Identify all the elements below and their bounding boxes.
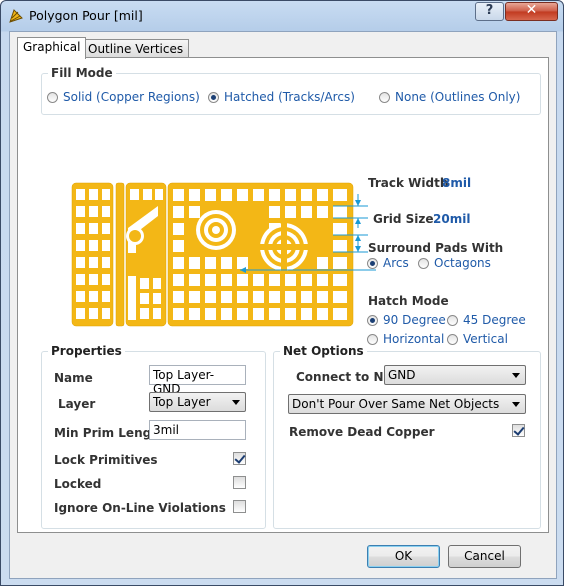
radio-label: Hatched (Tracks/Arcs)	[224, 90, 355, 104]
hatch-vertical-radio[interactable]: Vertical	[447, 332, 508, 346]
radio-icon	[379, 91, 390, 103]
hatch-mode-label: Hatch Mode	[368, 294, 449, 308]
pad	[129, 230, 141, 242]
radio-label: None (Outlines Only)	[395, 90, 521, 104]
radio-icon	[447, 314, 458, 326]
surround-octagons-radio[interactable]: Octagons	[418, 256, 491, 270]
net-options-title: Net Options	[280, 344, 367, 358]
name-field[interactable]: Top Layer-GND	[149, 365, 246, 396]
cancel-button[interactable]: Cancel	[448, 545, 521, 568]
chevron-down-icon	[512, 402, 520, 407]
pour-over-value: Don't Pour Over Same Net Objects	[292, 397, 500, 411]
properties-title: Properties	[48, 344, 125, 358]
radio-label: Arcs	[383, 256, 409, 270]
surround-arcs-radio[interactable]: Arcs	[367, 256, 409, 270]
radio-label: Vertical	[463, 332, 508, 346]
grid-size-value[interactable]: 20mil	[433, 212, 470, 226]
chevron-down-icon	[232, 400, 240, 405]
min-prim-length-field[interactable]: 3mil	[149, 420, 246, 440]
copper-region	[71, 182, 114, 327]
track-width-label: Track Width	[368, 176, 449, 190]
fill-none-radio[interactable]: None (Outlines Only)	[379, 90, 520, 104]
grid-size-label: Grid Size	[373, 212, 434, 226]
hatch-45-radio[interactable]: 45 Degree	[447, 313, 526, 327]
lock-primitives-label: Lock Primitives	[54, 453, 158, 467]
close-icon: ✕	[525, 2, 538, 18]
help-button[interactable]: ?	[475, 2, 504, 21]
radio-selected-icon	[367, 314, 378, 326]
dialog-client: Graphical Outline Vertices Fill Mode Sol…	[9, 31, 557, 579]
ignore-violations-label: Ignore On-Line Violations	[54, 501, 226, 515]
tab-outline-vertices[interactable]: Outline Vertices	[82, 39, 190, 57]
ignore-violations-checkbox[interactable]	[233, 500, 246, 513]
connect-to-net-label: Connect to Net	[296, 370, 398, 384]
copper-track	[115, 182, 125, 327]
radio-label: Octagons	[434, 256, 491, 270]
tab-graphical[interactable]: Graphical	[17, 37, 87, 59]
radio-label: 45 Degree	[463, 313, 526, 327]
lock-primitives-checkbox[interactable]	[233, 452, 246, 465]
hatch-horizontal-radio[interactable]: Horizontal	[367, 332, 444, 346]
radio-icon	[47, 91, 58, 103]
locked-checkbox[interactable]	[233, 476, 246, 489]
fill-mode-title: Fill Mode	[48, 66, 116, 80]
radio-label: 90 Degree	[383, 313, 446, 327]
window-title: Polygon Pour [mil]	[29, 8, 143, 23]
hatch-90-radio[interactable]: 90 Degree	[367, 313, 446, 327]
track-width-value[interactable]: 8mil	[442, 176, 471, 190]
name-label: Name	[54, 371, 93, 385]
radio-selected-icon	[208, 91, 219, 103]
remove-dead-copper-label: Remove Dead Copper	[289, 425, 435, 439]
tab-label: Graphical	[23, 40, 81, 54]
polygon-pour-icon	[8, 8, 24, 24]
ok-button[interactable]: OK	[367, 545, 440, 568]
connect-to-net-value: GND	[388, 368, 416, 382]
layer-label: Layer	[58, 397, 96, 411]
layer-select-value: Top Layer	[153, 395, 211, 409]
graphical-tab-page: Fill Mode Solid (Copper Regions) Hatched…	[17, 57, 549, 533]
title-bar[interactable]: Polygon Pour [mil] ? ✕	[1, 1, 563, 31]
radio-icon	[447, 333, 458, 345]
fill-hatched-radio[interactable]: Hatched (Tracks/Arcs)	[208, 90, 355, 104]
surround-pads-label: Surround Pads With	[368, 241, 504, 255]
dialog-window: Polygon Pour [mil] ? ✕ Graphical Outline…	[0, 0, 564, 586]
pour-over-select[interactable]: Don't Pour Over Same Net Objects	[288, 394, 526, 414]
radio-label: Solid (Copper Regions)	[63, 90, 200, 104]
chevron-down-icon	[512, 373, 520, 378]
locked-label: Locked	[54, 477, 102, 491]
layer-select[interactable]: Top Layer	[149, 392, 246, 412]
help-icon: ?	[485, 3, 494, 18]
connect-to-net-select[interactable]: GND	[384, 365, 526, 385]
close-button[interactable]: ✕	[505, 2, 558, 21]
remove-dead-copper-checkbox[interactable]	[512, 424, 525, 437]
radio-label: Horizontal	[383, 332, 445, 346]
radio-icon	[367, 333, 378, 345]
radio-icon	[418, 257, 429, 269]
fill-solid-radio[interactable]: Solid (Copper Regions)	[47, 90, 200, 104]
tab-label: Outline Vertices	[88, 42, 184, 56]
copper-region	[167, 182, 354, 327]
radio-selected-icon	[367, 257, 378, 269]
